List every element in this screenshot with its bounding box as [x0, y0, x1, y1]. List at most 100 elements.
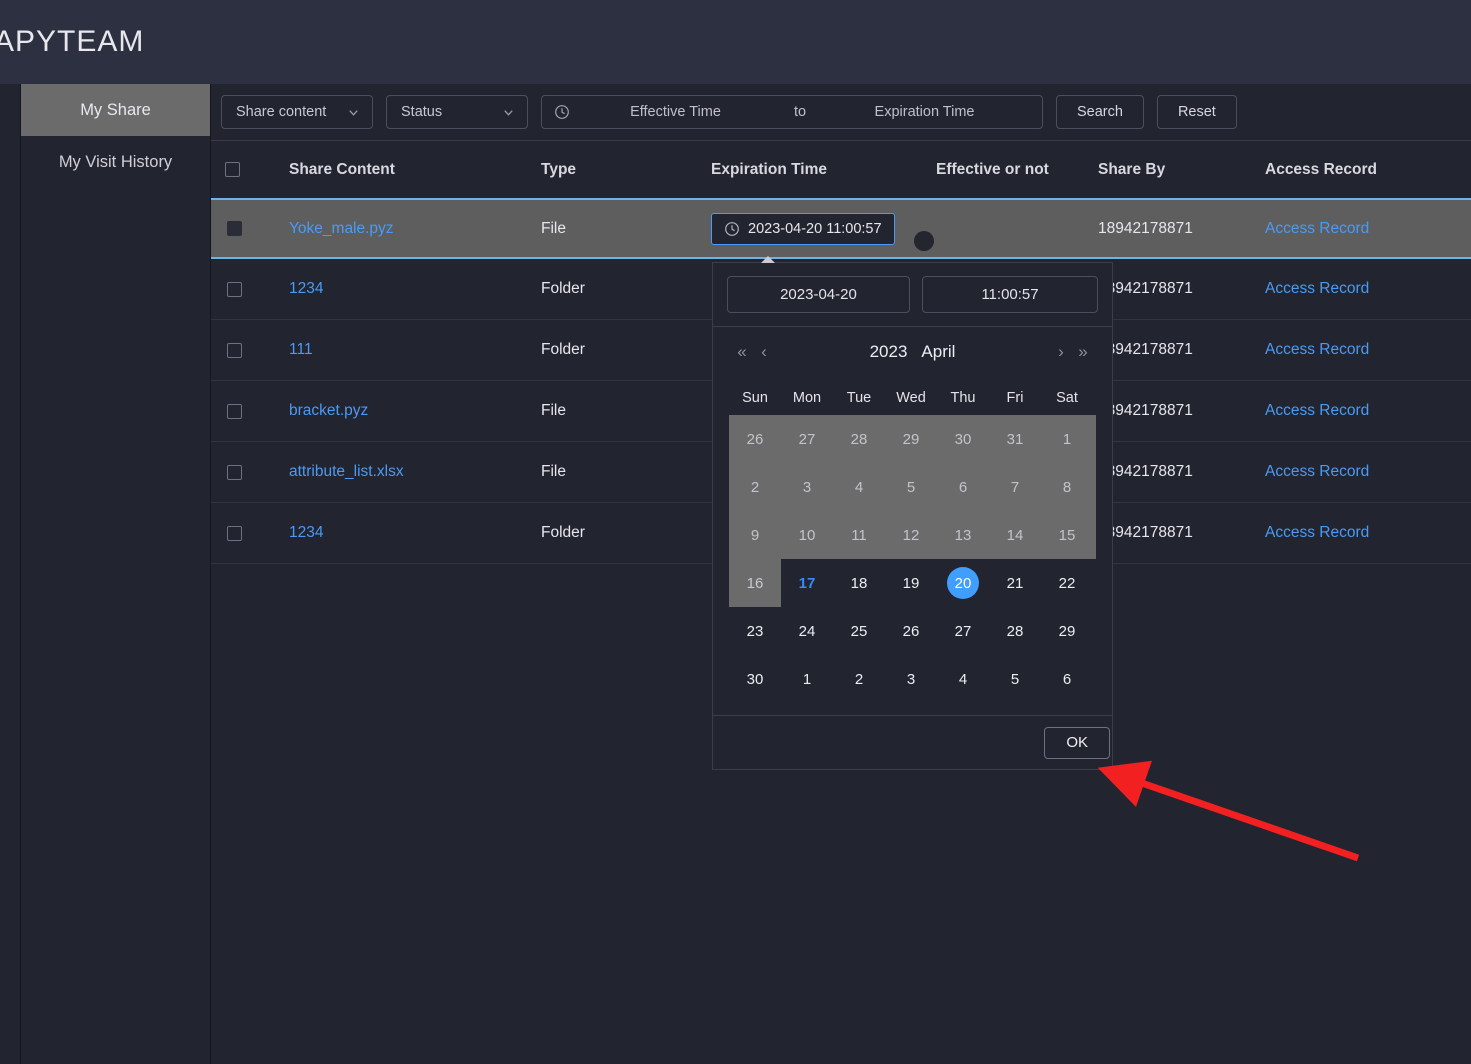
date-range-filter[interactable]: Effective Time to Expiration Time [541, 95, 1043, 129]
row-checkbox[interactable] [227, 403, 242, 419]
calendar-day-cell[interactable]: 28 [989, 607, 1041, 655]
next-month-button[interactable]: › [1050, 342, 1072, 362]
status-select[interactable]: Status [386, 95, 528, 129]
calendar-day-cell[interactable]: 18 [833, 559, 885, 607]
search-button[interactable]: Search [1056, 95, 1144, 129]
ok-button[interactable]: OK [1044, 726, 1110, 759]
calendar-day-cell[interactable]: 3 [781, 463, 833, 511]
share-content-link[interactable]: Yoke_male.pyz [289, 220, 394, 237]
datetime-picker-popup: 2023-04-20 11:00:57 « ‹ 2023 April › » S… [712, 256, 1113, 770]
select-all-checkbox[interactable] [225, 162, 240, 177]
prev-month-button[interactable]: ‹ [753, 342, 775, 362]
select-all-cell [211, 162, 287, 177]
weekday-label: Tue [846, 390, 872, 406]
calendar-day-cell[interactable]: 7 [989, 463, 1041, 511]
sidebar-item-my-visit-history[interactable]: My Visit History [21, 136, 210, 188]
calendar-day-cell[interactable]: 15 [1041, 511, 1093, 559]
expiration-time-value: 2023-04-20 11:00:57 [748, 220, 882, 237]
calendar-year-label[interactable]: 2023 [870, 342, 908, 362]
access-record-link[interactable]: Access Record [1265, 402, 1369, 419]
calendar-day-cell[interactable]: 12 [885, 511, 937, 559]
calendar-week-row: 16 17 18 19 20 21 22 [729, 559, 1096, 607]
calendar-day-cell[interactable]: 26 [885, 607, 937, 655]
calendar-day-cell[interactable]: 2 [833, 655, 885, 703]
calendar-day-cell[interactable]: 10 [781, 511, 833, 559]
cell-type: File [541, 463, 566, 480]
left-gutter [0, 84, 21, 1064]
cell-share-by: 18942178871 [1098, 402, 1193, 419]
calendar-day-cell[interactable]: 30 [729, 655, 781, 703]
column-header-share-content: Share Content [289, 160, 395, 178]
calendar-day-cell[interactable]: 22 [1041, 559, 1093, 607]
calendar-day-cell[interactable]: 25 [833, 607, 885, 655]
calendar-weekday-row: Sun Mon Tue Wed Thu Fri Sat [729, 381, 1096, 415]
calendar-day-cell[interactable]: 8 [1041, 463, 1093, 511]
cell-access-record: Access Record [1265, 524, 1465, 542]
cell-type: Folder [541, 280, 585, 297]
calendar-day-cell[interactable]: 4 [833, 463, 885, 511]
access-record-link[interactable]: Access Record [1265, 524, 1369, 541]
calendar-week-row: 26 27 28 29 30 31 1 [729, 415, 1096, 463]
share-content-select[interactable]: Share content [221, 95, 373, 129]
sidebar-item-my-share[interactable]: My Share [21, 84, 210, 136]
calendar-month-label[interactable]: April [921, 342, 955, 362]
row-checkbox[interactable] [227, 525, 242, 541]
calendar-day-cell[interactable]: 6 [937, 463, 989, 511]
calendar-day-cell[interactable]: 17 [781, 559, 833, 607]
calendar-day-cell[interactable]: 9 [729, 511, 781, 559]
calendar-day-cell[interactable]: 13 [937, 511, 989, 559]
access-record-link[interactable]: Access Record [1265, 463, 1369, 480]
calendar-day-cell[interactable]: 24 [781, 607, 833, 655]
share-content-link[interactable]: 111 [289, 341, 313, 358]
next-year-button[interactable]: » [1072, 342, 1094, 362]
prev-year-button[interactable]: « [731, 342, 753, 362]
reset-button[interactable]: Reset [1156, 95, 1237, 129]
share-content-link[interactable]: bracket.pyz [289, 402, 368, 419]
calendar-day-cell[interactable]: 29 [1041, 607, 1093, 655]
row-select-cell [211, 342, 287, 358]
table-row[interactable]: Yoke_male.pyz File 2023-04-20 11:00:57 1… [211, 198, 1471, 259]
access-record-link[interactable]: Access Record [1265, 341, 1369, 358]
expiration-time-input[interactable]: Expiration Time [819, 104, 1030, 120]
calendar-day-cell[interactable]: 1 [1041, 415, 1093, 463]
calendar-day-cell[interactable]: 23 [729, 607, 781, 655]
calendar-day-cell[interactable]: 5 [885, 463, 937, 511]
row-checkbox[interactable] [227, 221, 242, 236]
calendar-day-cell[interactable]: 30 [937, 415, 989, 463]
calendar-day-cell[interactable]: 31 [989, 415, 1041, 463]
calendar-day-cell[interactable]: 2 [729, 463, 781, 511]
calendar-day-cell[interactable]: 27 [937, 607, 989, 655]
calendar-day-cell[interactable]: 29 [885, 415, 937, 463]
calendar-day-cell[interactable]: 26 [729, 415, 781, 463]
effective-time-input[interactable]: Effective Time [570, 104, 781, 120]
row-checkbox[interactable] [227, 281, 242, 297]
column-header-expiration-time: Expiration Time [711, 160, 827, 178]
clock-icon [554, 104, 570, 120]
cell-type: File [541, 402, 566, 419]
access-record-link[interactable]: Access Record [1265, 220, 1369, 237]
share-content-link[interactable]: attribute_list.xlsx [289, 463, 404, 480]
row-select-cell [211, 281, 287, 297]
access-record-link[interactable]: Access Record [1265, 280, 1369, 297]
calendar-day-cell[interactable]: 14 [989, 511, 1041, 559]
expiration-time-input[interactable]: 2023-04-20 11:00:57 [711, 212, 895, 245]
share-content-link[interactable]: 1234 [289, 280, 323, 297]
row-checkbox[interactable] [227, 342, 242, 358]
row-select-cell [211, 464, 287, 480]
calendar-day-cell[interactable]: 16 [729, 559, 781, 607]
calendar-day-cell[interactable]: 5 [989, 655, 1041, 703]
picker-time-input[interactable]: 11:00:57 [921, 276, 1098, 313]
calendar-day-cell[interactable]: 19 [885, 559, 937, 607]
share-content-link[interactable]: 1234 [289, 524, 323, 541]
calendar-day-cell[interactable]: 6 [1041, 655, 1093, 703]
calendar-day-cell[interactable]: 21 [989, 559, 1041, 607]
picker-date-input[interactable]: 2023-04-20 [727, 276, 910, 313]
calendar-day-cell[interactable]: 1 [781, 655, 833, 703]
calendar-day-cell[interactable]: 20 [937, 559, 989, 607]
calendar-day-cell[interactable]: 28 [833, 415, 885, 463]
calendar-day-cell[interactable]: 3 [885, 655, 937, 703]
row-checkbox[interactable] [227, 464, 242, 480]
calendar-day-cell[interactable]: 4 [937, 655, 989, 703]
calendar-day-cell[interactable]: 11 [833, 511, 885, 559]
calendar-day-cell[interactable]: 27 [781, 415, 833, 463]
